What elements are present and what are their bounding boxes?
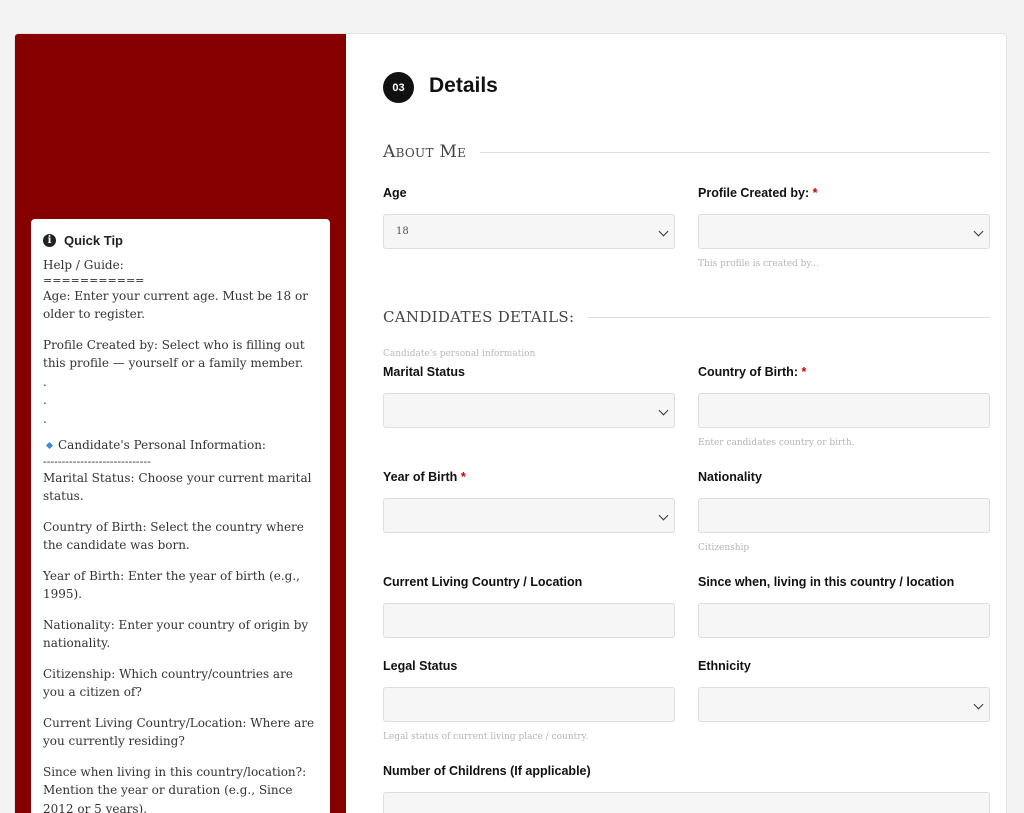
tip-dot: . <box>43 411 47 426</box>
chevron-down-icon <box>658 226 669 237</box>
profile-created-field: Profile Created by: * This profile is cr… <box>698 186 990 269</box>
nationality-tip: Nationality: Enter your country of origi… <box>43 617 309 651</box>
current-living-label: Current Living Country / Location <box>383 575 583 589</box>
profile-created-select[interactable] <box>698 214 990 249</box>
ethnicity-field: Ethnicity <box>698 659 990 722</box>
nationality-input[interactable] <box>698 498 990 533</box>
living-tip: Current Living Country/Location: Where a… <box>43 715 315 749</box>
candidate-info-rule: ----------------------------- <box>43 454 151 468</box>
step-title: Details <box>429 74 498 97</box>
chevron-down-icon <box>973 226 984 237</box>
tip-dot: . <box>43 393 47 407</box>
quick-tip-title: Quick Tip <box>64 233 123 248</box>
year-of-birth-select[interactable] <box>383 498 675 533</box>
sidebar-panel: i Quick Tip Help / Guide: =========== Ag… <box>15 34 346 813</box>
age-label: Age <box>383 186 407 200</box>
marital-status-select[interactable] <box>383 393 675 428</box>
quick-tip-box: i Quick Tip Help / Guide: =========== Ag… <box>31 219 330 813</box>
country-of-birth-label: Country of Birth: * <box>698 365 807 379</box>
legal-status-input[interactable] <box>383 687 675 722</box>
quick-tip-body: Help / Guide: =========== Age: Enter you… <box>43 256 318 813</box>
age-select[interactable]: 18 <box>383 214 675 249</box>
living-since-label: Since when, living in this country / loc… <box>698 575 955 589</box>
children-count-input[interactable] <box>383 792 990 813</box>
about-me-title: About Me <box>383 142 467 162</box>
current-living-input[interactable] <box>383 603 675 638</box>
form-card: i Quick Tip Help / Guide: =========== Ag… <box>14 33 1007 813</box>
help-heading: Help / Guide: <box>43 258 124 272</box>
section-divider <box>588 316 990 318</box>
country-of-birth-input[interactable] <box>698 393 990 428</box>
chevron-down-icon <box>658 405 669 416</box>
step-badge: 03 <box>383 72 414 103</box>
since-tip: Since when living in this country/locati… <box>43 764 307 813</box>
nationality-field: Nationality Citizenship <box>698 470 990 553</box>
chevron-down-icon <box>973 699 984 710</box>
candidates-subtitle: Candidate's personal information <box>383 349 536 359</box>
living-since-field: Since when, living in this country / loc… <box>698 575 990 638</box>
profile-tip: Profile Created by: Select who is fillin… <box>43 337 305 371</box>
about-me-section-header: About Me <box>383 142 990 162</box>
marital-tip: Marital Status: Choose your current mari… <box>43 470 312 504</box>
country-of-birth-field: Country of Birth: * Enter candidates cou… <box>698 365 990 448</box>
ethnicity-select[interactable] <box>698 687 990 722</box>
legal-status-label: Legal Status <box>383 659 458 673</box>
profile-created-label: Profile Created by: * <box>698 186 818 200</box>
children-count-label: Number of Childrens (If applicable) <box>383 764 591 778</box>
candidate-info-heading: Candidate's Personal Information: <box>43 436 318 455</box>
legal-status-hint: Legal status of current living place / c… <box>383 732 589 742</box>
age-select-value: 18 <box>396 226 409 237</box>
chevron-down-icon <box>658 510 669 521</box>
age-tip: Age: Enter your current age. Must be 18 … <box>43 288 308 322</box>
info-icon: i <box>43 234 56 247</box>
ethnicity-label: Ethnicity <box>698 659 751 673</box>
form-main: 03 Details About Me Age 18 Profile Creat… <box>383 34 990 813</box>
country-of-birth-hint: Enter candidates country or birth. <box>698 438 855 448</box>
candidates-section-header: CANDIDATES DETAILS: <box>383 308 990 326</box>
nationality-label: Nationality <box>698 470 762 484</box>
diamond-bullet-icon <box>45 441 54 450</box>
children-count-field: Number of Childrens (If applicable) <box>383 764 990 813</box>
marital-status-field: Marital Status <box>383 365 675 428</box>
citizenship-tip: Citizenship: Which country/countries are… <box>43 666 293 700</box>
year-tip: Year of Birth: Enter the year of birth (… <box>43 568 300 602</box>
section-divider <box>480 151 990 153</box>
current-living-field: Current Living Country / Location <box>383 575 675 638</box>
year-of-birth-field: Year of Birth * <box>383 470 675 533</box>
marital-status-label: Marital Status <box>383 365 465 379</box>
country-tip: Country of Birth: Select the country whe… <box>43 519 304 553</box>
tip-dot: . <box>43 374 47 389</box>
profile-created-hint: This profile is created by... <box>698 259 819 269</box>
candidates-title: CANDIDATES DETAILS: <box>383 308 575 326</box>
age-field: Age 18 <box>383 186 675 249</box>
legal-status-field: Legal Status Legal status of current liv… <box>383 659 675 742</box>
nationality-hint: Citizenship <box>698 543 750 553</box>
year-of-birth-label: Year of Birth * <box>383 470 466 484</box>
help-rule: =========== <box>43 273 145 287</box>
living-since-input[interactable] <box>698 603 990 638</box>
